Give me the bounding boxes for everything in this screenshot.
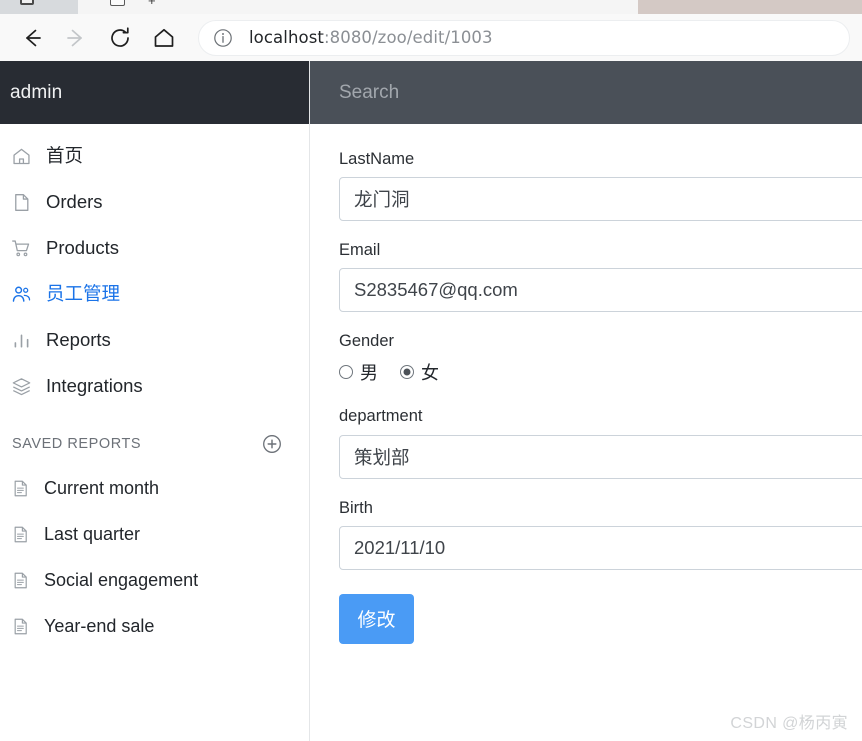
sidebar-item-label: Reports xyxy=(46,328,111,350)
sidebar-item-reports[interactable]: Reports xyxy=(0,317,309,363)
department-label: department xyxy=(339,407,423,426)
layers-icon xyxy=(10,375,32,397)
saved-report-current-month[interactable]: Current month xyxy=(0,465,309,511)
saved-report-social-engagement[interactable]: Social engagement xyxy=(0,557,309,603)
birth-label: Birth xyxy=(339,498,373,517)
sidebar-item-label: 员工管理 xyxy=(46,282,121,304)
users-icon xyxy=(10,283,32,305)
gender-option-label: 女 xyxy=(421,363,439,384)
forward-button[interactable] xyxy=(54,18,98,58)
document-icon xyxy=(10,191,32,213)
sidebar-brand: admin xyxy=(0,61,309,124)
reload-button[interactable] xyxy=(98,18,142,58)
file-text-icon xyxy=(10,616,30,636)
field-email: Email S2835467@qq.com xyxy=(339,241,862,313)
browser-tab-background[interactable] xyxy=(638,0,862,14)
saved-report-label: Current month xyxy=(44,477,160,498)
url-host: localhost xyxy=(249,28,324,47)
back-button[interactable] xyxy=(10,18,54,58)
application-window: admin 首页 Orders Products 员工管理 Reports In… xyxy=(0,61,862,741)
submit-modify-button[interactable]: 修改 xyxy=(339,593,414,644)
sidebar-item-orders[interactable]: Orders xyxy=(0,179,309,225)
sidebar-nav: 首页 Orders Products 员工管理 Reports Integrat… xyxy=(0,124,309,409)
sidebar-item-label: Integrations xyxy=(46,374,143,396)
lastname-input[interactable]: 龙门洞 xyxy=(339,177,862,222)
radio-checked-icon[interactable] xyxy=(400,365,414,380)
main-content: Search LastName 龙门洞 Email S2835467@qq.co… xyxy=(310,61,862,741)
sidebar-item-integrations[interactable]: Integrations xyxy=(0,363,309,409)
gender-radio-group: 男 女 xyxy=(339,359,862,385)
top-search-bar[interactable]: Search xyxy=(310,61,862,124)
department-input[interactable]: 策划部 xyxy=(339,434,862,479)
sidebar: admin 首页 Orders Products 员工管理 Reports In… xyxy=(0,61,310,741)
gender-option-female[interactable]: 女 xyxy=(400,359,439,385)
bar-chart-icon xyxy=(10,329,32,351)
field-lastname: LastName 龙门洞 xyxy=(339,150,862,222)
browser-toolbar: localhost:8080/zoo/edit/1003 xyxy=(0,14,862,61)
shopping-cart-icon xyxy=(10,237,32,259)
sidebar-item-label: Products xyxy=(46,236,120,258)
info-circle-icon[interactable] xyxy=(213,28,233,48)
lastname-label: LastName xyxy=(339,150,415,168)
search-input[interactable]: Search xyxy=(339,82,399,104)
browser-tab-active[interactable] xyxy=(0,0,78,14)
edit-employee-form: LastName 龙门洞 Email S2835467@qq.com Gende… xyxy=(310,124,862,741)
saved-report-last-quarter[interactable]: Last quarter xyxy=(0,511,309,557)
email-label: Email xyxy=(339,241,381,260)
saved-reports-title: SAVED REPORTS xyxy=(12,436,142,452)
plus-circle-icon[interactable] xyxy=(261,433,283,455)
sidebar-item-products[interactable]: Products xyxy=(0,225,309,271)
file-text-icon xyxy=(10,570,30,590)
file-text-icon xyxy=(10,524,30,544)
sidebar-item-label: Orders xyxy=(46,190,103,212)
field-birth: Birth 2021/11/10 xyxy=(339,499,862,570)
saved-report-label: Year-end sale xyxy=(44,615,155,636)
gender-label: Gender xyxy=(339,332,395,351)
url-path: :8080/zoo/edit/1003 xyxy=(323,28,493,47)
field-gender: Gender 男 女 xyxy=(339,332,862,385)
saved-report-year-end-sale[interactable]: Year-end sale xyxy=(0,603,309,649)
arrow-right-icon xyxy=(63,25,89,51)
email-input[interactable]: S2835467@qq.com xyxy=(339,268,862,313)
gender-option-label: 男 xyxy=(360,363,378,384)
sidebar-item-employee-management[interactable]: 员工管理 xyxy=(0,271,309,317)
birth-input[interactable]: 2021/11/10 xyxy=(339,525,862,570)
home-icon xyxy=(151,25,177,51)
saved-reports-list: Current month Last quarter Social engage… xyxy=(0,465,309,649)
radio-unchecked-icon[interactable] xyxy=(339,365,353,380)
browser-tab-secondary[interactable] xyxy=(110,0,125,6)
home-icon xyxy=(10,145,32,167)
saved-report-label: Last quarter xyxy=(44,523,141,544)
reload-icon xyxy=(107,25,133,51)
saved-report-label: Social engagement xyxy=(44,569,199,590)
saved-reports-header: SAVED REPORTS xyxy=(0,409,309,465)
home-button[interactable] xyxy=(142,18,186,58)
url-text: localhost:8080/zoo/edit/1003 xyxy=(249,28,493,47)
watermark-text: CSDN @杨丙寅 xyxy=(730,715,848,732)
address-bar[interactable]: localhost:8080/zoo/edit/1003 xyxy=(198,19,850,56)
sidebar-item-home[interactable]: 首页 xyxy=(0,133,309,179)
file-text-icon xyxy=(10,478,30,498)
arrow-left-icon xyxy=(19,25,45,51)
field-department: department 策划部 xyxy=(339,407,862,479)
gender-option-male[interactable]: 男 xyxy=(339,359,378,385)
tab-favicon-icon xyxy=(20,0,34,5)
brand-label: admin xyxy=(10,81,63,103)
sidebar-item-label: 首页 xyxy=(46,144,84,166)
new-tab-plus-icon[interactable]: + xyxy=(148,0,156,7)
browser-tab-strip: + xyxy=(0,0,862,14)
